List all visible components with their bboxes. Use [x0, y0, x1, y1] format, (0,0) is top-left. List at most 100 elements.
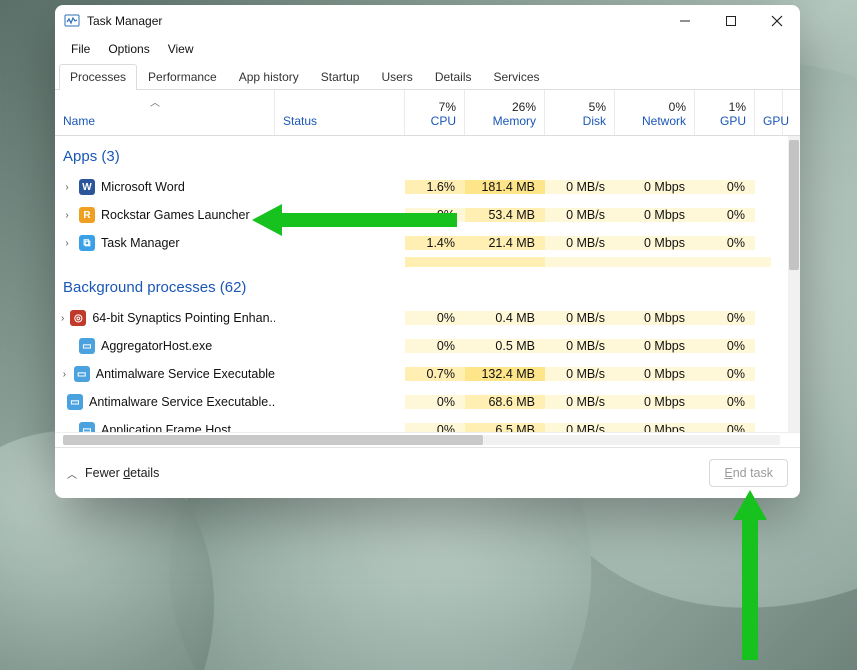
process-name: Rockstar Games Launcher [101, 208, 250, 222]
tab-startup[interactable]: Startup [310, 64, 371, 90]
mem-cell: 181.4 MB [465, 180, 545, 194]
expand-icon[interactable]: › [61, 210, 73, 221]
cpu-cell: 0% [405, 339, 465, 353]
cpu-cell: 1.6% [405, 180, 465, 194]
process-name: AggregatorHost.exe [101, 339, 212, 353]
tab-bar: ProcessesPerformanceApp historyStartupUs… [55, 61, 800, 90]
maximize-button[interactable] [708, 5, 754, 37]
menu-item-file[interactable]: File [63, 39, 98, 59]
net-cell: 0 Mbps [615, 180, 695, 194]
window-title: Task Manager [87, 14, 162, 28]
column-header-name[interactable]: ︿ Name [55, 90, 275, 135]
app-icon: ▭ [74, 366, 90, 382]
process-name: Microsoft Word [101, 180, 185, 194]
gpu-cell: 0% [695, 423, 755, 432]
process-name: Antimalware Service Executable [96, 367, 275, 381]
process-name: Application Frame Host [101, 423, 231, 432]
menu-item-view[interactable]: View [160, 39, 202, 59]
process-row[interactable]: ▭Application Frame Host0%6.5 MB0 MB/s0 M… [55, 416, 788, 432]
process-name: Antimalware Service Executable... [89, 395, 275, 409]
net-cell: 0 Mbps [615, 339, 695, 353]
close-button[interactable] [754, 5, 800, 37]
process-name-cell: ▭ AggregatorHost.exe [55, 338, 275, 354]
tab-details[interactable]: Details [424, 64, 483, 90]
group-header: Background processes (62) [55, 267, 788, 304]
column-header-cpu[interactable]: 7% CPU [405, 90, 465, 135]
mem-cell: 0.5 MB [465, 339, 545, 353]
process-name-cell: ›WMicrosoft Word [55, 179, 275, 195]
column-header-memory[interactable]: 26% Memory [465, 90, 545, 135]
column-header-disk[interactable]: 5% Disk [545, 90, 615, 135]
column-headers: ︿ Name Status 7% CPU 26% Memory 5% Disk … [55, 90, 800, 136]
expand-icon[interactable]: › [61, 369, 68, 380]
process-row[interactable]: ▭Antimalware Service Executable...0%68.6… [55, 388, 788, 416]
disk-cell: 0 MB/s [545, 423, 615, 432]
mem-cell: 21.4 MB [465, 236, 545, 250]
cpu-cell: 0.7% [405, 367, 465, 381]
menu-bar: FileOptionsView [55, 37, 800, 61]
vertical-scrollbar[interactable] [788, 136, 800, 432]
expand-icon[interactable]: › [61, 182, 73, 193]
tab-services[interactable]: Services [483, 64, 551, 90]
gpu-cell: 0% [695, 180, 755, 194]
net-cell: 0 Mbps [615, 423, 695, 432]
process-row[interactable]: ▭AggregatorHost.exe0%0.5 MB0 MB/s0 Mbps0… [55, 332, 788, 360]
vertical-scrollbar-thumb[interactable] [789, 140, 799, 270]
process-row[interactable]: ›⧉Task Manager1.4%21.4 MB0 MB/s0 Mbps0% [55, 229, 788, 257]
cpu-cell: 1.4% [405, 236, 465, 250]
gpu-cell: 0% [695, 208, 755, 222]
titlebar: Task Manager [55, 5, 800, 37]
task-manager-icon [63, 12, 81, 30]
cpu-cell: 0% [405, 423, 465, 432]
disk-cell: 0 MB/s [545, 339, 615, 353]
disk-cell: 0 MB/s [545, 180, 615, 194]
app-icon: ▭ [79, 338, 95, 354]
menu-item-options[interactable]: Options [100, 39, 157, 59]
net-cell: 0 Mbps [615, 208, 695, 222]
process-row[interactable]: ›RRockstar Games Launcher0%53.4 MB0 MB/s… [55, 201, 788, 229]
gpu-cell: 0% [695, 339, 755, 353]
gpu-cell: 0% [695, 367, 755, 381]
process-name-cell: ▭ Antimalware Service Executable... [55, 394, 275, 410]
process-row[interactable]: ›◎64-bit Synaptics Pointing Enhan...0%0.… [55, 304, 788, 332]
app-icon: ▭ [67, 394, 83, 410]
process-name-cell: › ⧉ Task Manager [55, 235, 275, 251]
horizontal-scrollbar[interactable] [55, 432, 800, 447]
cpu-cell: 0% [405, 208, 465, 222]
expand-icon[interactable]: › [61, 313, 64, 324]
process-name-cell: › ▭ Antimalware Service Executable [55, 366, 275, 382]
process-name: Task Manager [101, 236, 180, 250]
disk-cell: 0 MB/s [545, 311, 615, 325]
disk-cell: 0 MB/s [545, 367, 615, 381]
column-header-network[interactable]: 0% Network [615, 90, 695, 135]
task-manager-window: Task Manager FileOptionsView ProcessesPe… [55, 5, 800, 498]
tab-app-history[interactable]: App history [228, 64, 310, 90]
column-header-status[interactable]: Status [275, 90, 405, 135]
tab-performance[interactable]: Performance [137, 64, 228, 90]
column-header-gpu-engine[interactable]: GPU [755, 90, 783, 135]
end-task-button[interactable]: End task [709, 459, 788, 487]
expand-icon[interactable]: › [61, 238, 73, 249]
fewer-details-toggle[interactable]: ︿ Fewer details [67, 466, 159, 481]
app-icon: ⧉ [79, 235, 95, 251]
horizontal-scrollbar-thumb[interactable] [63, 435, 483, 445]
minimize-button[interactable] [662, 5, 708, 37]
net-cell: 0 Mbps [615, 367, 695, 381]
gpu-cell: 0% [695, 311, 755, 325]
mem-cell: 68.6 MB [465, 395, 545, 409]
mem-cell: 132.4 MB [465, 367, 545, 381]
footer: ︿ Fewer details End task [55, 447, 800, 498]
column-header-gpu[interactable]: 1% GPU [695, 90, 755, 135]
app-icon: ▭ [79, 422, 95, 432]
chevron-up-icon: ︿ [67, 466, 77, 481]
process-name-cell: ›◎64-bit Synaptics Pointing Enhan... [55, 310, 275, 326]
net-cell: 0 Mbps [615, 236, 695, 250]
tab-processes[interactable]: Processes [59, 64, 137, 90]
process-row[interactable]: ›WMicrosoft Word 1.6%181.4 MB0 MB/s0 Mbps… [55, 173, 788, 201]
process-name: 64-bit Synaptics Pointing Enhan... [92, 311, 275, 325]
process-name-cell: ›RRockstar Games Launcher [55, 207, 275, 223]
process-row[interactable]: › ▭ Antimalware Service Executable 0.7%132.… [55, 360, 788, 388]
group-header: Apps (3) [55, 136, 788, 173]
tab-users[interactable]: Users [370, 64, 423, 90]
process-name-cell: ▭ Application Frame Host [55, 422, 275, 432]
